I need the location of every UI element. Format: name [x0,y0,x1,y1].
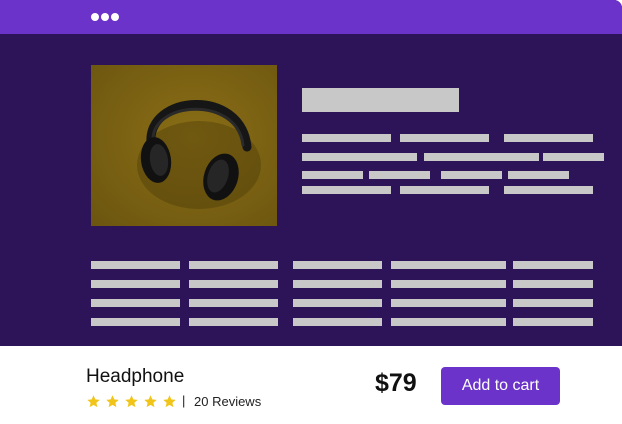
text-placeholder [391,299,506,307]
add-to-cart-button[interactable]: Add to cart [441,367,560,405]
rating-separator: | [182,393,186,408]
text-placeholder [189,318,278,326]
star-icon [163,395,176,408]
product-name: Headphone [86,366,185,387]
title-placeholder [302,88,459,112]
text-placeholder [400,134,489,142]
star-icon [144,395,157,408]
text-placeholder [513,299,593,307]
text-placeholder [504,186,593,194]
text-placeholder [293,299,382,307]
text-placeholder [441,171,502,179]
text-placeholder [513,318,593,326]
product-price: $79 [375,369,417,397]
browser-window [0,0,622,346]
star-icon [125,395,138,408]
text-placeholder [543,153,604,161]
window-dot-icon [111,13,119,21]
text-placeholder [91,261,180,269]
star-icon [106,395,119,408]
text-placeholder [293,261,382,269]
text-placeholder [504,134,593,142]
window-dot-icon [101,13,109,21]
text-placeholder [508,171,569,179]
text-placeholder [391,318,506,326]
text-placeholder [391,261,506,269]
text-placeholder [302,186,391,194]
product-image [91,65,277,226]
text-placeholder [400,186,489,194]
headphone-icon [91,65,277,226]
text-placeholder [293,318,382,326]
text-placeholder [391,280,506,288]
window-titlebar [0,0,622,34]
text-placeholder [424,153,539,161]
text-placeholder [302,134,391,142]
rating-stars [86,394,177,409]
text-placeholder [293,280,382,288]
text-placeholder [369,171,430,179]
text-placeholder [513,261,593,269]
text-placeholder [302,171,363,179]
text-placeholder [513,280,593,288]
text-placeholder [91,318,180,326]
window-dot-icon [91,13,99,21]
star-icon [87,395,100,408]
review-count[interactable]: 20 Reviews [194,394,261,409]
text-placeholder [189,299,278,307]
text-placeholder [302,153,417,161]
text-placeholder [91,280,180,288]
text-placeholder [189,261,278,269]
text-placeholder [91,299,180,307]
text-placeholder [189,280,278,288]
